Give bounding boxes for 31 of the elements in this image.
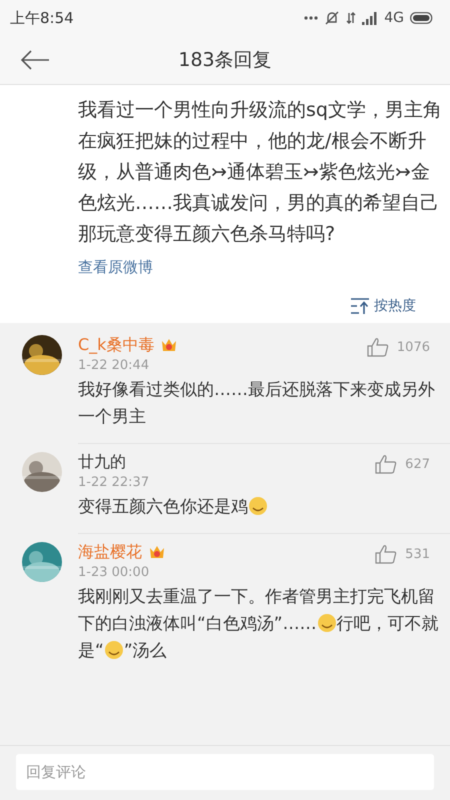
signal-icon [362,12,378,24]
status-time: 上午8:54 [10,8,74,28]
thumbs-up-icon [375,454,398,474]
network-type: 4G [384,10,404,26]
emoji-icon [104,640,124,660]
dots-icon [304,16,318,20]
reply-input[interactable]: 回复评论 [16,754,434,790]
like-button[interactable]: 531 [375,542,430,566]
page-title: 183条回复 [178,48,272,73]
muted-bell-icon [324,10,340,26]
sort-button[interactable]: 按热度 [350,297,416,315]
data-arrows-icon [346,11,356,25]
like-button[interactable]: 627 [375,452,430,476]
post-text: 我看过一个男性向升级流的sq文学，男主角在疯狂把妹的过程中，他的龙/根会不断升级，从普通肉色↣通体碧玉↣紫色炫光↣金色炫光……我真诚发问，男的真的希望自己那玩意变得五颜六色杀马特吗? [78,98,443,247]
emoji-icon [316,613,337,633]
comment-time: 1-22 20:44 [78,358,150,373]
user-name[interactable]: 海盐樱花 [78,542,142,563]
like-button[interactable]: 1076 [366,335,430,359]
thumbs-up-icon [366,337,389,357]
emoji-icon [248,496,268,516]
user-name[interactable]: 廿九的 [78,452,126,473]
comment-time: 1-22 22:37 [78,475,150,490]
comment-time: 1-23 00:00 [78,565,150,580]
user-name[interactable]: C_k桑中毒 [78,335,154,356]
comment-text: 我刚刚又去重温了一下。作者管男主打完飞机留下的白浊液体叫“白色鸡汤”…… 行吧，可不就是“ ”汤么 [78,586,440,663]
comment-text: 我好像看过类似的……最后还脱落下来变成另外一个男主 [78,379,436,429]
sort-icon [350,297,370,315]
thumbs-up-icon [375,544,398,564]
battery-icon [410,12,434,24]
comment-text: 变得五颜六色你还是鸡 [78,494,442,521]
view-original-link[interactable]: 查看原微博 [78,258,153,277]
